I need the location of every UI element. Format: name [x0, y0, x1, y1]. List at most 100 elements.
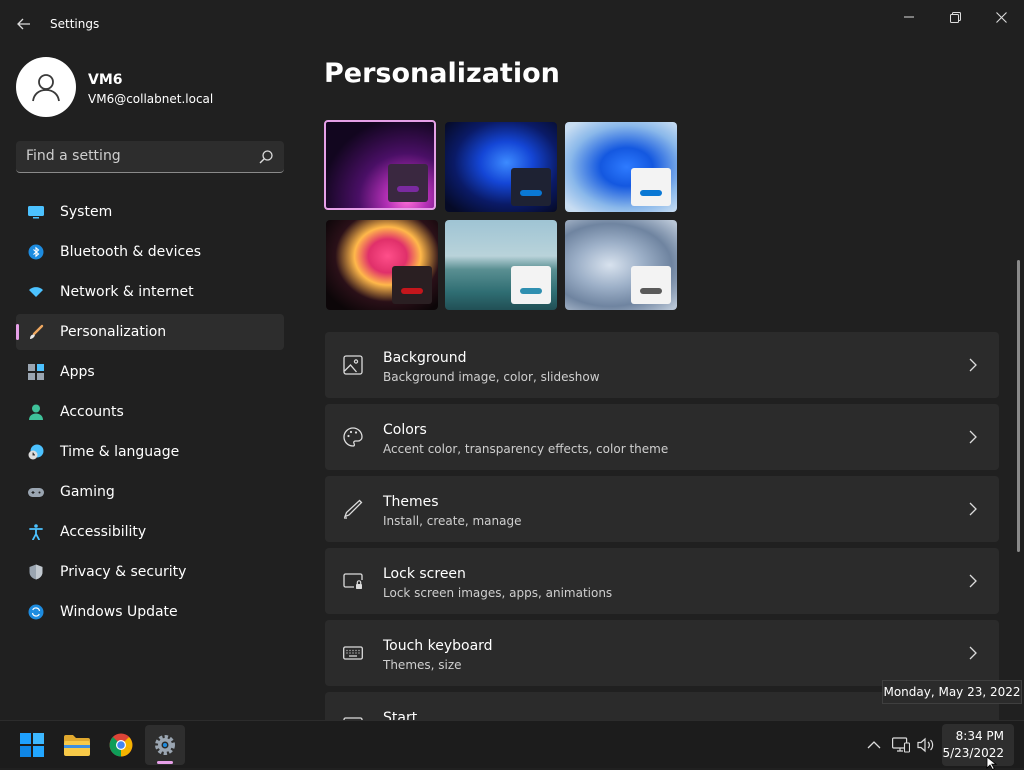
theme-preview-badge [631, 168, 671, 206]
back-button[interactable] [14, 14, 34, 34]
user-profile[interactable]: VM6 VM6@collabnet.local [16, 57, 286, 117]
pen-icon [343, 499, 363, 519]
clock-time: 8:34 PM [955, 729, 1004, 743]
card-lock-screen[interactable]: Lock screen Lock screen images, apps, an… [325, 548, 999, 614]
user-email: VM6@collabnet.local [88, 92, 214, 106]
sidebar-item-accessibility[interactable]: Accessibility [16, 514, 284, 550]
card-title: Colors [383, 422, 427, 438]
card-colors[interactable]: Colors Accent color, transparency effect… [325, 404, 999, 470]
card-title: Lock screen [383, 566, 466, 582]
search-box[interactable] [16, 141, 284, 173]
minimize-button[interactable] [886, 2, 932, 32]
brush-icon [30, 324, 44, 339]
card-subtitle: Accent color, transparency effects, colo… [383, 442, 669, 456]
file-explorer-icon [64, 735, 90, 756]
card-touch-keyboard[interactable]: Touch keyboard Themes, size [325, 620, 999, 686]
close-button[interactable] [978, 2, 1024, 32]
taskbar-clock[interactable]: 8:34 PM 5/23/2022 [942, 724, 1014, 766]
sidebar-item-label: Apps [60, 364, 95, 380]
taskbar: 8:34 PM 5/23/2022 [0, 720, 1024, 768]
sidebar-item-label: Accessibility [60, 524, 147, 540]
settings-icon [155, 735, 175, 755]
accessibility-icon [29, 524, 43, 540]
card-subtitle: Install, create, manage [383, 514, 522, 528]
chrome-button[interactable] [101, 725, 141, 765]
lock-screen-icon [343, 573, 363, 589]
sidebar-item-personalization[interactable]: Personalization [16, 314, 284, 350]
sidebar-item-gaming[interactable]: Gaming [16, 474, 284, 510]
chevron-right-icon [969, 358, 977, 372]
sidebar-item-windows-update[interactable]: Windows Update [16, 594, 284, 630]
avatar [16, 57, 76, 117]
card-subtitle: Themes, size [383, 658, 462, 672]
keyboard-icon [343, 646, 363, 660]
theme-tile[interactable] [565, 122, 677, 212]
search-input[interactable] [16, 141, 256, 171]
sidebar-item-label: Windows Update [60, 604, 178, 620]
clock-globe-icon [28, 444, 44, 460]
app-title: Settings [50, 17, 100, 31]
sidebar-item-time-language[interactable]: Time & language [16, 434, 284, 470]
chevron-right-icon [969, 646, 977, 660]
network-icon [892, 737, 910, 753]
sidebar-item-label: Accounts [60, 404, 124, 420]
settings-cards: Background Background image, color, slid… [325, 332, 999, 720]
close-icon [995, 11, 1007, 23]
theme-tile[interactable] [324, 120, 436, 210]
sidebar-nav: System Bluetooth & devices Network & int… [16, 194, 284, 634]
sidebar-item-label: Time & language [60, 444, 180, 460]
sidebar-item-apps[interactable]: Apps [16, 354, 284, 390]
chevron-right-icon [969, 430, 977, 444]
card-title: Background [383, 350, 467, 366]
restore-icon [949, 11, 961, 23]
theme-preview-badge [388, 164, 428, 202]
volume-tray-button[interactable] [916, 735, 936, 755]
sidebar-item-label: Privacy & security [60, 564, 187, 580]
palette-icon [343, 427, 363, 447]
chrome-icon [109, 733, 133, 757]
card-subtitle: Background image, color, slideshow [383, 370, 600, 384]
person-icon [29, 404, 43, 420]
card-background[interactable]: Background Background image, color, slid… [325, 332, 999, 398]
card-themes[interactable]: Themes Install, create, manage [325, 476, 999, 542]
theme-tile[interactable] [445, 122, 557, 212]
theme-tile[interactable] [445, 220, 557, 310]
sidebar-item-system[interactable]: System [16, 194, 284, 230]
sidebar-item-accounts[interactable]: Accounts [16, 394, 284, 430]
show-hidden-icons-button[interactable] [864, 735, 884, 755]
windows-start-icon [20, 733, 44, 757]
shield-icon [29, 564, 43, 580]
volume-icon [917, 737, 934, 753]
start-button[interactable] [12, 725, 52, 765]
card-title: Start [383, 710, 418, 720]
bluetooth-icon [28, 244, 44, 260]
date-tooltip: Monday, May 23, 2022 [882, 680, 1022, 704]
sidebar-item-bluetooth[interactable]: Bluetooth & devices [16, 234, 284, 270]
person-icon [32, 74, 60, 102]
themes-grid [324, 120, 684, 312]
theme-preview-badge [511, 266, 551, 304]
sidebar-item-network[interactable]: Network & internet [16, 274, 284, 310]
settings-button[interactable] [145, 725, 185, 765]
network-tray-button[interactable] [891, 735, 911, 755]
search-icon[interactable] [258, 149, 274, 165]
card-subtitle: Lock screen images, apps, animations [383, 586, 613, 600]
title-bar: Settings [0, 0, 1024, 48]
sidebar-item-label: Personalization [60, 324, 167, 340]
theme-preview-badge [392, 266, 432, 304]
sidebar-item-privacy[interactable]: Privacy & security [16, 554, 284, 590]
restore-button[interactable] [932, 2, 978, 32]
theme-tile[interactable] [565, 220, 677, 310]
scrollbar[interactable] [1017, 260, 1020, 552]
sidebar-item-label: Gaming [60, 484, 115, 500]
theme-preview-badge [511, 168, 551, 206]
file-explorer-button[interactable] [57, 725, 97, 765]
card-title: Touch keyboard [383, 638, 493, 654]
sidebar-item-label: Network & internet [60, 284, 194, 300]
image-icon [343, 355, 363, 375]
theme-tile[interactable] [326, 220, 438, 310]
chevron-up-icon [867, 741, 881, 749]
arrow-left-icon [17, 18, 30, 30]
wifi-icon [29, 287, 43, 297]
monitor-icon [28, 206, 44, 219]
